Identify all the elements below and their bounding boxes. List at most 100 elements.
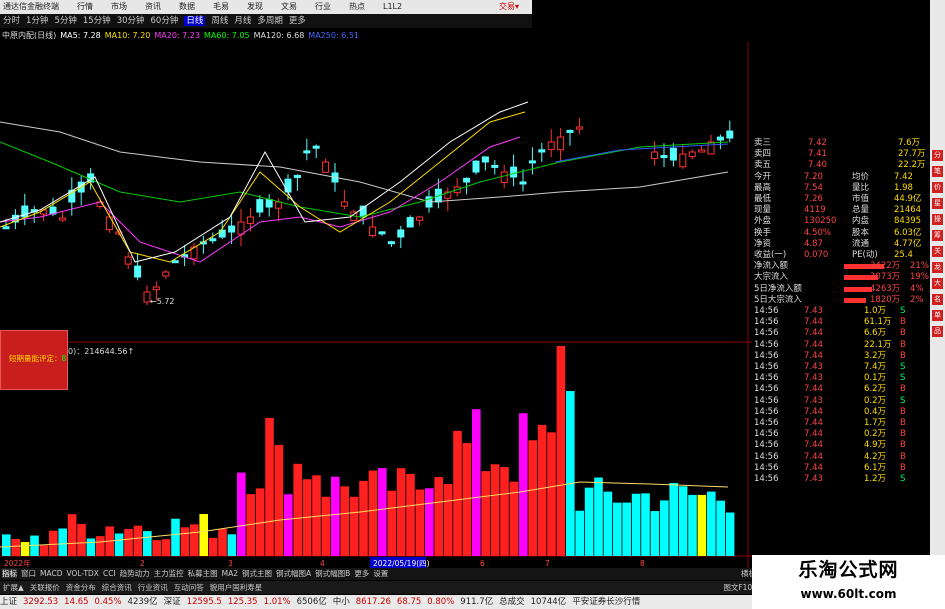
- side-toolbar-button[interactable]: 价: [932, 182, 943, 193]
- quote-row: 净流入额 3422万 21%: [752, 261, 930, 272]
- info-tab[interactable]: 关联报价: [30, 583, 60, 592]
- side-toolbar-button[interactable]: 星: [932, 198, 943, 209]
- candle: [463, 177, 471, 183]
- volume-bar: [443, 483, 453, 556]
- indicator-tab[interactable]: 钢式主图: [242, 569, 272, 578]
- menu-item[interactable]: 文易: [281, 2, 297, 11]
- menu-item[interactable]: 数据: [179, 2, 195, 11]
- info-tab[interactable]: 资金分布: [66, 583, 96, 592]
- info-tab[interactable]: 貌用户国利寿星: [210, 583, 263, 592]
- tick-price: 7.44: [804, 451, 823, 462]
- side-toolbar-button[interactable]: 大: [932, 278, 943, 289]
- tick-price: 7.44: [804, 350, 823, 361]
- menu-item[interactable]: 市场: [111, 2, 127, 11]
- candle: [575, 126, 583, 130]
- indicator-tab[interactable]: 钢式幅图B: [315, 569, 350, 578]
- volume-bar: [77, 523, 86, 556]
- candle: [679, 153, 687, 168]
- period-tab[interactable]: 周线: [211, 16, 228, 26]
- indicator-tab[interactable]: 设置: [373, 569, 388, 578]
- menu-item[interactable]: 资讯: [145, 2, 161, 11]
- candle: [378, 231, 386, 235]
- side-toolbar-button[interactable]: 分: [932, 150, 943, 161]
- menu-item[interactable]: 热点: [349, 2, 365, 11]
- indicator-tab[interactable]: VOL-TDX: [66, 569, 98, 578]
- period-tab[interactable]: 多周期: [257, 16, 283, 26]
- stat-value: 25.4: [894, 250, 913, 260]
- indicator-tab[interactable]: CCI: [103, 569, 116, 578]
- flow-value: 4263万: [870, 283, 901, 294]
- side-toolbar-button[interactable]: 关: [932, 246, 943, 257]
- tick-time: 14:56: [754, 440, 779, 451]
- indicator-tab[interactable]: 钢式幅图A: [276, 569, 311, 578]
- period-tab[interactable]: 60分钟: [151, 16, 179, 26]
- quote-row: 卖五 7.40 22.2万: [752, 160, 930, 171]
- quote-row: 现量 4119 总量 21464: [752, 205, 930, 216]
- quote-row: 5日净流入额 4263万 4%: [752, 284, 930, 295]
- indicator-tab[interactable]: MA2: [222, 569, 238, 578]
- volume-bar: [396, 468, 406, 556]
- ask-volume: 22.2万: [898, 160, 926, 171]
- side-toolbar-button[interactable]: 单: [932, 310, 943, 321]
- trade-menu[interactable]: 交易▾: [499, 0, 519, 14]
- tick-time: 14:56: [754, 362, 779, 372]
- tick-volume: 61.1万: [864, 317, 892, 328]
- menu-item[interactable]: 行情: [77, 2, 93, 11]
- volume-bar: [650, 511, 660, 556]
- side-toolbar-button[interactable]: 笔: [932, 166, 943, 177]
- flow-pct: 19%: [910, 272, 929, 283]
- tick-volume: 3.2万: [864, 350, 887, 361]
- menu-item[interactable]: 发现: [247, 2, 263, 11]
- period-tab[interactable]: 分时: [3, 16, 20, 26]
- candle: [397, 229, 405, 238]
- period-tab[interactable]: 5分钟: [54, 16, 76, 26]
- info-tab[interactable]: 综合资讯: [102, 583, 132, 592]
- side-toolbar-button[interactable]: 品: [932, 326, 943, 337]
- volume-bar: [143, 531, 152, 556]
- watermark-url: www.60lt.com: [800, 587, 897, 601]
- indicator-tab[interactable]: 趋势动力: [120, 569, 150, 578]
- tick-direction: S: [900, 395, 906, 406]
- volume-bar: [49, 530, 58, 556]
- menu-item[interactable]: 行业: [315, 2, 331, 11]
- candle: [698, 149, 706, 153]
- volume-bar: [631, 493, 641, 556]
- x-axis-label: 2022年: [4, 558, 31, 568]
- stat-key: 股本: [852, 227, 870, 238]
- volume-bar: [133, 525, 143, 556]
- info-tab[interactable]: 扩展▲: [3, 583, 24, 592]
- volume-bar: [96, 536, 105, 556]
- period-tab[interactable]: 15分钟: [83, 16, 111, 26]
- ma-legend-item: MA10: 7.20: [104, 31, 151, 40]
- indicator-tab[interactable]: MACD: [40, 569, 62, 578]
- tick-volume: 1.7万: [864, 418, 887, 428]
- info-tab[interactable]: 行业资讯: [138, 583, 168, 592]
- status-field: 0.45%: [94, 597, 122, 607]
- period-tab[interactable]: 1分钟: [26, 16, 48, 26]
- volume-bar: [2, 534, 11, 556]
- volume-bar: [678, 486, 688, 556]
- volume-bar: [124, 528, 133, 556]
- menu-item[interactable]: 毛易: [213, 2, 229, 11]
- period-tab[interactable]: 日线: [184, 16, 206, 26]
- volume-bar: [490, 464, 500, 556]
- quote-row: 最高 7.54 量比 1.98: [752, 183, 930, 194]
- indicator-tab[interactable]: 窗口: [21, 569, 36, 578]
- x-axis-label: 8: [640, 559, 645, 568]
- period-tab[interactable]: 月线: [234, 16, 251, 26]
- indicator-tab[interactable]: 主力监控: [154, 569, 184, 578]
- indicator-tab[interactable]: 更多: [354, 569, 369, 578]
- info-tab[interactable]: 互动问答: [174, 583, 204, 592]
- indicator-tab-bar: 指标 窗口 MACD VOL-TDX CCI 趋势动力 主力监控 私募主图 MA2 钢式主图 钢式幅…: [0, 568, 760, 580]
- period-tab[interactable]: 更多: [289, 16, 306, 26]
- side-toolbar-button[interactable]: 龙: [932, 262, 943, 273]
- indicator-tab[interactable]: 私募主图: [188, 569, 218, 578]
- menu-item[interactable]: L1L2: [383, 2, 402, 11]
- side-toolbar-button[interactable]: 操: [932, 214, 943, 225]
- chart-canvas[interactable]: ←5.726.806.606.406.206.005.8060000550005…: [0, 42, 752, 568]
- side-toolbar-button[interactable]: 名: [932, 294, 943, 305]
- tick-price: 7.43: [804, 373, 823, 384]
- side-toolbar-button[interactable]: 筹: [932, 230, 943, 241]
- period-tab[interactable]: 30分钟: [117, 16, 145, 26]
- indicator-tab[interactable]: 指标: [2, 569, 17, 578]
